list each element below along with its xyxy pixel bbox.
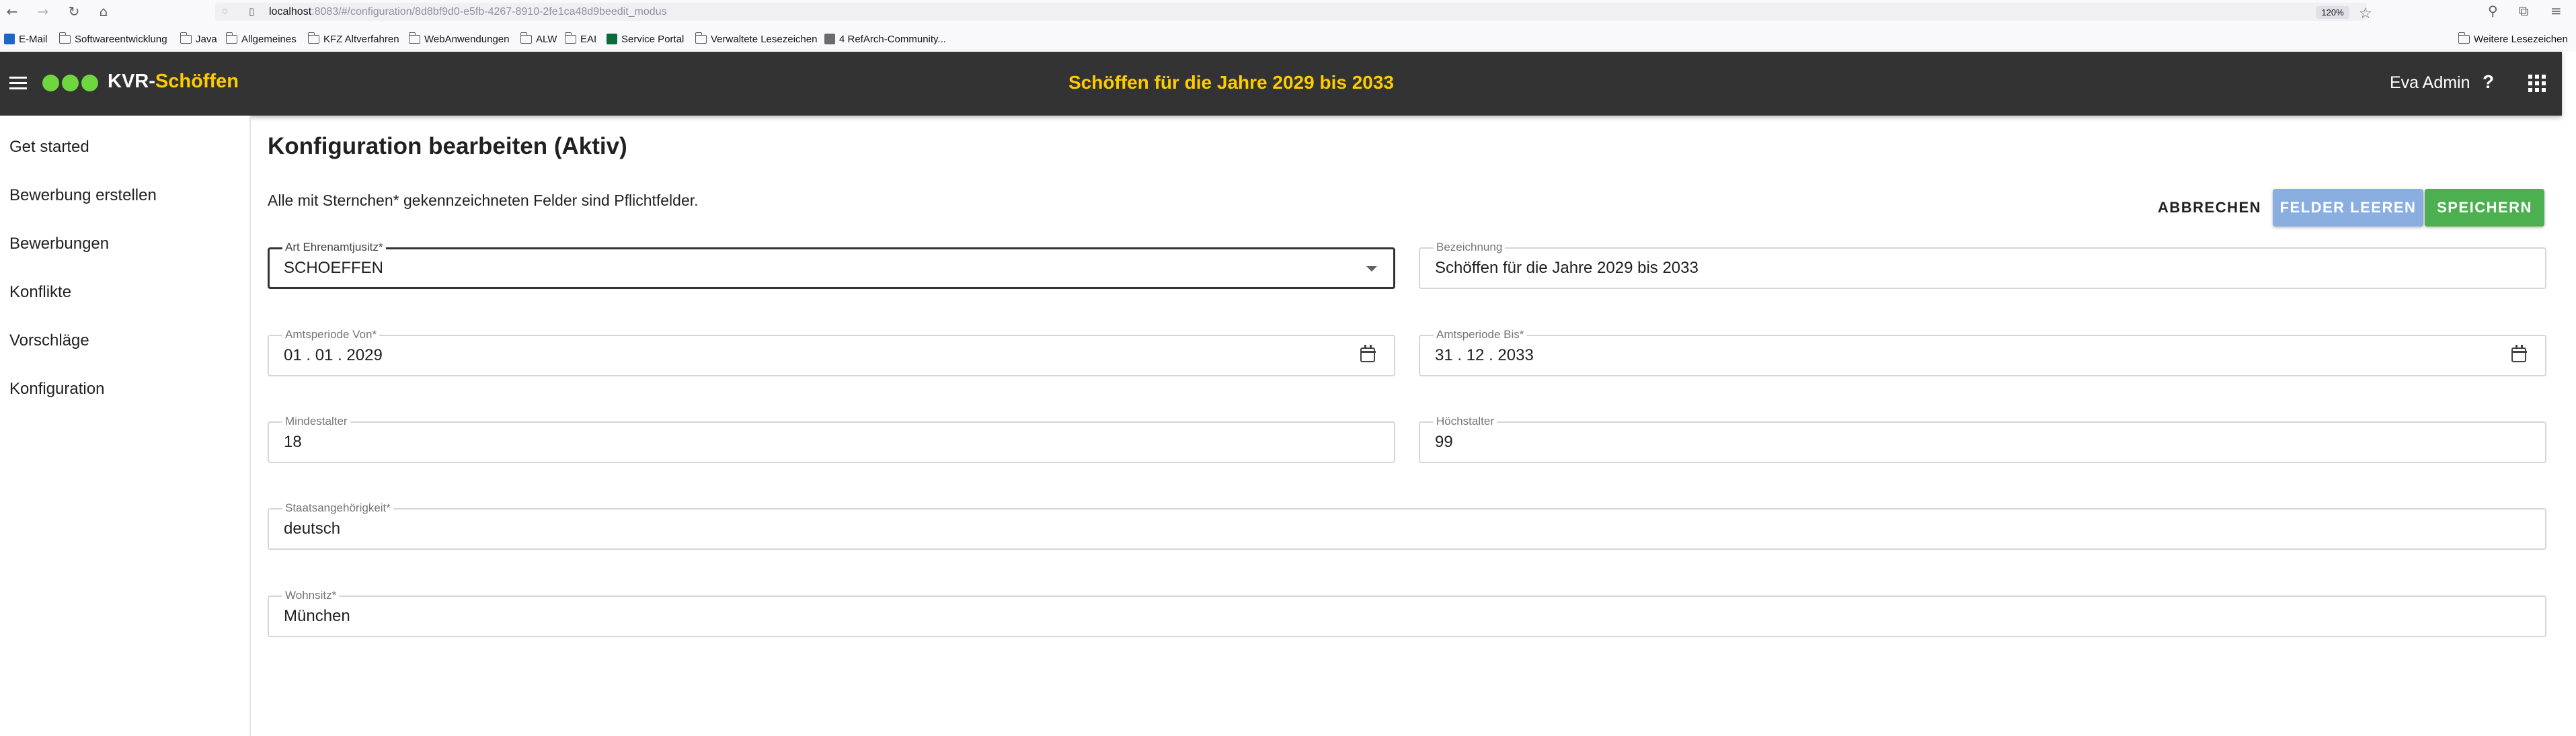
bookmark-folder[interactable]: Allgemeines xyxy=(225,32,297,46)
folder-icon xyxy=(695,32,707,44)
field-label: Höchstalter xyxy=(1434,415,1497,428)
folder-icon xyxy=(180,32,192,44)
bookmark-folder[interactable]: WebAnwendungen xyxy=(408,32,510,46)
field-value: 99 xyxy=(1435,433,1453,451)
bookmark-label: EAI xyxy=(580,33,597,45)
extension-icon[interactable]: ⚲ xyxy=(2488,3,2498,19)
bookmark-folder[interactable]: Verwaltete Lesezeichen xyxy=(695,32,817,46)
clear-fields-button[interactable]: FELDER LEEREN xyxy=(2273,189,2423,227)
field-value: 01 . 01 . 2029 xyxy=(284,346,383,364)
bookmark-label: Verwaltete Lesezeichen xyxy=(711,33,818,45)
reload-icon[interactable]: ↻ xyxy=(66,3,82,19)
app-header: KVR-Schöffen Schöffen für die Jahre 2029… xyxy=(0,52,2562,116)
url-text[interactable]: localhost:8083/#/configuration/8d8bf9d0-… xyxy=(269,6,667,18)
sidebar: Get started Bewerbung erstellen Bewerbun… xyxy=(0,116,251,736)
other-bookmarks[interactable]: Weitere Lesezeichen xyxy=(2458,32,2568,46)
browser-toolbar: ← → ↻ ⌂ ◌ ▯ localhost:8083/#/configurati… xyxy=(0,0,2576,52)
address-bar[interactable]: ◌ ▯ localhost:8083/#/configuration/8d8bf… xyxy=(215,3,2372,22)
bookmark-label: 4 RefArch-Community... xyxy=(839,33,946,45)
field-value: 18 xyxy=(284,433,302,451)
extensions-puzzle-icon[interactable]: ⧉ xyxy=(2519,3,2528,19)
sidebar-item-konflikte[interactable]: Konflikte xyxy=(9,283,71,302)
bookmark-label: Weitere Lesezeichen xyxy=(2474,33,2568,45)
bookmark-label: WebAnwendungen xyxy=(424,33,510,45)
field-label: Wohnsitz* xyxy=(282,589,340,602)
bookmark-folder[interactable]: Java xyxy=(180,32,217,46)
required-fields-note: Alle mit Sternchen* gekennzeichneten Fel… xyxy=(268,192,699,209)
bookmark-label: Softwareentwicklung xyxy=(75,33,167,45)
bookmark-label: Service Portal xyxy=(621,33,685,45)
bookmark-label: E-Mail xyxy=(19,33,48,45)
chevron-down-icon[interactable] xyxy=(1366,266,1377,272)
bookmark-item[interactable]: Service Portal xyxy=(607,32,684,46)
field-label: Amtsperiode Von* xyxy=(282,328,380,341)
arrow-left-icon[interactable]: ← xyxy=(4,3,20,19)
bookmark-item[interactable]: 4 RefArch-Community... xyxy=(824,32,946,46)
amtsperiode-bis-field[interactable]: Amtsperiode Bis* 31 . 12 . 2033 xyxy=(1419,328,2546,376)
page-title: Konfiguration bearbeiten (Aktiv) xyxy=(268,133,627,159)
bookmark-folder[interactable]: KFZ Altverfahren xyxy=(307,32,399,46)
bookmark-label: ALW xyxy=(536,33,557,45)
hoechstalter-field[interactable]: Höchstalter 99 xyxy=(1419,415,2546,463)
folder-icon xyxy=(225,32,237,44)
field-value: SCHOEFFEN xyxy=(284,259,384,277)
star-icon[interactable]: ☆ xyxy=(2359,5,2372,22)
bookmark-label: Java xyxy=(196,33,217,45)
sidebar-item-get-started[interactable]: Get started xyxy=(9,138,89,157)
zoom-level-badge[interactable]: 120% xyxy=(2316,6,2349,19)
outlook-icon xyxy=(4,34,15,44)
folder-icon xyxy=(307,32,319,44)
field-value: Schöffen für die Jahre 2029 bis 2033 xyxy=(1435,259,1699,277)
folder-icon xyxy=(520,32,532,44)
bezeichnung-field[interactable]: Bezeichnung Schöffen für die Jahre 2029 … xyxy=(1419,241,2546,289)
field-label: Staatsangehörigkeit* xyxy=(282,501,393,515)
folder-icon xyxy=(58,32,71,44)
bookmark-folder[interactable]: ALW xyxy=(520,32,557,46)
sidebar-item-bewerbung-erstellen[interactable]: Bewerbung erstellen xyxy=(9,186,157,205)
folder-icon xyxy=(408,32,420,44)
field-value: München xyxy=(284,607,350,625)
calendar-icon[interactable] xyxy=(2511,345,2527,362)
field-label: Amtsperiode Bis* xyxy=(1434,328,1527,341)
sidebar-item-vorschlaege[interactable]: Vorschläge xyxy=(9,331,89,350)
mindestalter-field[interactable]: Mindestalter 18 xyxy=(268,415,1395,463)
wohnsitz-field[interactable]: Wohnsitz* München xyxy=(268,589,2546,637)
folder-icon xyxy=(564,32,576,44)
amtsperiode-von-field[interactable]: Amtsperiode Von* 01 . 01 . 2029 xyxy=(268,328,1395,376)
save-button[interactable]: SPEICHERN xyxy=(2425,189,2544,227)
service-portal-icon xyxy=(607,34,617,44)
hamburger-menu-icon[interactable]: ≡ xyxy=(2550,3,2562,19)
field-value: 31 . 12 . 2033 xyxy=(1435,346,1534,364)
bookmark-label: KFZ Altverfahren xyxy=(323,33,399,45)
bookmark-folder[interactable]: EAI xyxy=(564,32,597,46)
field-label: Bezeichnung xyxy=(1434,241,1506,254)
url-host: localhost xyxy=(269,6,312,17)
cancel-button[interactable]: ABBRECHEN xyxy=(2156,189,2263,227)
arrow-right-icon[interactable]: → xyxy=(35,3,51,19)
bookmarks-bar: E-Mail Softwareentwicklung Java Allgemei… xyxy=(0,28,2576,50)
field-label: Art Ehrenamtjusitz* xyxy=(282,241,386,254)
help-icon[interactable]: ? xyxy=(2483,71,2494,93)
user-name[interactable]: Eva Admin xyxy=(2390,73,2470,93)
apps-grid-icon[interactable] xyxy=(2528,75,2546,92)
bookmark-folder[interactable]: Softwareentwicklung xyxy=(58,32,167,46)
field-label: Mindestalter xyxy=(282,415,350,428)
field-value: deutsch xyxy=(284,520,341,538)
calendar-icon[interactable] xyxy=(1360,345,1376,362)
sidebar-item-bewerbungen[interactable]: Bewerbungen xyxy=(9,235,109,253)
bookmark-label: Allgemeines xyxy=(241,33,297,45)
url-path: :8083/#/configuration/8d8bf9d0-e5fb-4267… xyxy=(311,6,667,17)
header-title: Schöffen für die Jahre 2029 bis 2033 xyxy=(1068,72,1394,93)
shield-icon[interactable]: ◌ xyxy=(222,5,228,17)
folder-icon xyxy=(2458,32,2470,44)
browser-nav-row: ← → ↻ ⌂ ◌ ▯ localhost:8083/#/configurati… xyxy=(0,0,2576,23)
page-info-icon[interactable]: ▯ xyxy=(249,5,254,17)
bookmark-item[interactable]: E-Mail xyxy=(4,32,48,46)
bookmark-icon xyxy=(824,34,835,44)
sidebar-item-konfiguration[interactable]: Konfiguration xyxy=(9,380,104,399)
art-ehrenamtjustiz-select[interactable]: Art Ehrenamtjusitz* SCHOEFFEN xyxy=(268,241,1395,289)
home-icon[interactable]: ⌂ xyxy=(95,3,112,19)
staatsangehoerigkeit-field[interactable]: Staatsangehörigkeit* deutsch xyxy=(268,501,2546,550)
